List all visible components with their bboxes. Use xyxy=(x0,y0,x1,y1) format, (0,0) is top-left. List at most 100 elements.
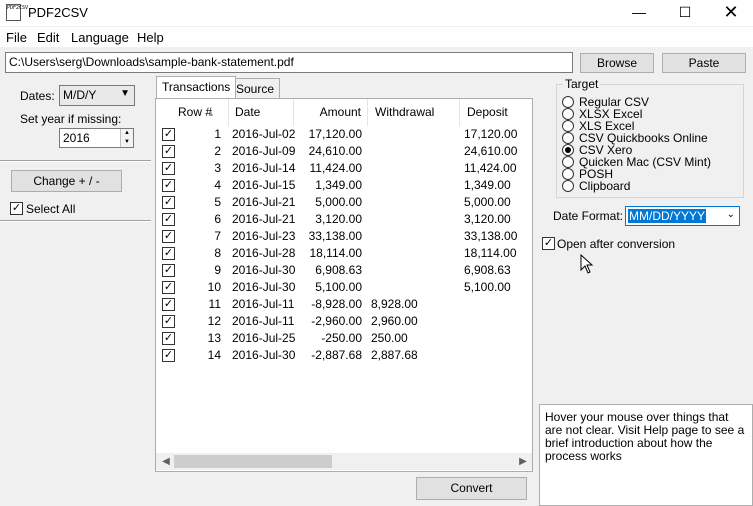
table-row[interactable]: ✓ 11 2016-Jul-11 -8,928.00 8,928.00 xyxy=(156,296,532,313)
target-radio[interactable] xyxy=(562,144,574,156)
menu-help[interactable]: Help xyxy=(137,30,164,45)
row-checkbox[interactable]: ✓ xyxy=(162,298,175,311)
minimize-button[interactable]: — xyxy=(616,0,662,26)
chevron-down-icon: ⌄ xyxy=(726,209,735,220)
cell-row-number: 2 xyxy=(214,144,221,158)
table-row[interactable]: ✓ 5 2016-Jul-21 5,000.00 5,000.00 xyxy=(156,194,532,211)
target-radio[interactable] xyxy=(562,108,574,120)
horizontal-scrollbar[interactable]: ◀ ▶ xyxy=(156,453,532,470)
date-format-label: Date Format: xyxy=(553,209,624,223)
target-radio[interactable] xyxy=(562,168,574,180)
cell-date: 2016-Jul-25 xyxy=(232,331,296,345)
col-header-row[interactable]: Row # xyxy=(156,99,229,126)
table-row[interactable]: ✓ 12 2016-Jul-11 -2,960.00 2,960.00 xyxy=(156,313,532,330)
cell-date: 2016-Jul-30 xyxy=(232,348,296,362)
cell-withdrawal: 2,960.00 xyxy=(371,314,418,328)
title-bar: PDF2CSV PDF2CSV — ☐ ✕ xyxy=(0,0,753,26)
table-row[interactable]: ✓ 14 2016-Jul-30 -2,887.68 2,887.68 xyxy=(156,347,532,364)
cell-deposit xyxy=(464,330,530,347)
cell-deposit xyxy=(464,313,530,330)
cell-date: 2016-Jul-21 xyxy=(232,195,296,209)
cell-row-number: 8 xyxy=(214,246,221,260)
convert-button[interactable]: Convert xyxy=(416,477,527,500)
row-checkbox[interactable]: ✓ xyxy=(162,281,175,294)
help-info-box: Hover your mouse over things that are no… xyxy=(539,404,753,506)
cell-withdrawal xyxy=(371,279,451,296)
row-checkbox[interactable]: ✓ xyxy=(162,315,175,328)
tab-transactions[interactable]: Transactions xyxy=(156,76,237,98)
maximize-button[interactable]: ☐ xyxy=(662,0,708,26)
cell-row-number: 10 xyxy=(207,280,221,294)
table-row[interactable]: ✓ 6 2016-Jul-21 3,120.00 3,120.00 xyxy=(156,211,532,228)
cell-deposit: 3,120.00 xyxy=(464,212,511,226)
close-button[interactable]: ✕ xyxy=(708,0,753,26)
col-header-amount[interactable]: Amount xyxy=(294,99,368,126)
scroll-thumb[interactable] xyxy=(174,455,332,468)
cell-amount: -250.00 xyxy=(321,331,362,345)
cell-withdrawal: 8,928.00 xyxy=(371,297,418,311)
row-checkbox[interactable]: ✓ xyxy=(162,247,175,260)
table-row[interactable]: ✓ 2 2016-Jul-09 24,610.00 24,610.00 xyxy=(156,143,532,160)
menu-language[interactable]: Language xyxy=(71,30,129,45)
table-row[interactable]: ✓ 9 2016-Jul-30 6,908.63 6,908.63 xyxy=(156,262,532,279)
row-checkbox[interactable]: ✓ xyxy=(162,179,175,192)
row-checkbox[interactable]: ✓ xyxy=(162,145,175,158)
transactions-table: Row # ▲ Date Amount Withdrawal Deposit ✓… xyxy=(155,98,533,472)
target-option-label[interactable]: Clipboard xyxy=(579,179,630,193)
table-row[interactable]: ✓ 3 2016-Jul-14 11,424.00 11,424.00 xyxy=(156,160,532,177)
cell-amount: -8,928.00 xyxy=(311,297,362,311)
spinner-arrows-icon[interactable]: ▲ ▼ xyxy=(120,129,133,147)
browse-button[interactable]: Browse xyxy=(580,53,654,73)
change-sign-button[interactable]: Change + / - xyxy=(11,170,122,192)
target-radio[interactable] xyxy=(562,96,574,108)
date-format-value: MM/DD/YYYY xyxy=(628,209,707,223)
table-row[interactable]: ✓ 10 2016-Jul-30 5,100.00 5,100.00 xyxy=(156,279,532,296)
table-row[interactable]: ✓ 8 2016-Jul-28 18,114.00 18,114.00 xyxy=(156,245,532,262)
scroll-left-icon[interactable]: ◀ xyxy=(158,453,174,470)
table-row[interactable]: ✓ 4 2016-Jul-15 1,349.00 1,349.00 xyxy=(156,177,532,194)
cell-withdrawal xyxy=(371,228,451,245)
target-radio[interactable] xyxy=(562,132,574,144)
cell-date: 2016-Jul-21 xyxy=(232,212,296,226)
target-radio[interactable] xyxy=(562,156,574,168)
row-checkbox[interactable]: ✓ xyxy=(162,162,175,175)
col-header-withdrawal[interactable]: Withdrawal xyxy=(368,99,460,126)
row-checkbox[interactable]: ✓ xyxy=(162,332,175,345)
menu-file[interactable]: File xyxy=(6,30,27,45)
row-checkbox[interactable]: ✓ xyxy=(162,213,175,226)
cell-deposit: 33,138.00 xyxy=(464,229,518,243)
table-row[interactable]: ✓ 1 2016-Jul-02 17,120.00 17,120.00 xyxy=(156,126,532,143)
year-spinner[interactable]: 2016 ▲ ▼ xyxy=(59,128,134,148)
col-header-date[interactable]: Date xyxy=(229,99,294,126)
cell-date: 2016-Jul-23 xyxy=(232,229,296,243)
dates-select[interactable]: M/D/Y ▼ xyxy=(59,85,135,106)
table-row[interactable]: ✓ 13 2016-Jul-25 -250.00 250.00 xyxy=(156,330,532,347)
scroll-right-icon[interactable]: ▶ xyxy=(515,453,531,470)
row-checkbox[interactable]: ✓ xyxy=(162,196,175,209)
row-checkbox[interactable]: ✓ xyxy=(162,349,175,362)
cell-date: 2016-Jul-09 xyxy=(232,144,296,158)
table-row[interactable]: ✓ 7 2016-Jul-23 33,138.00 33,138.00 xyxy=(156,228,532,245)
row-checkbox[interactable]: ✓ xyxy=(162,230,175,243)
paste-button[interactable]: Paste xyxy=(662,53,746,73)
cell-withdrawal xyxy=(371,262,451,279)
cell-deposit xyxy=(464,347,530,364)
select-all-checkbox[interactable]: ✓ xyxy=(10,202,23,215)
row-checkbox[interactable]: ✓ xyxy=(162,128,175,141)
cell-deposit: 6,908.63 xyxy=(464,263,511,277)
row-checkbox[interactable]: ✓ xyxy=(162,264,175,277)
year-label: Set year if missing: xyxy=(20,112,122,126)
cell-deposit: 18,114.00 xyxy=(464,246,517,260)
target-radio[interactable] xyxy=(562,120,574,132)
table-header: Row # ▲ Date Amount Withdrawal Deposit xyxy=(156,99,532,126)
tab-source[interactable]: Source xyxy=(230,78,281,98)
cell-withdrawal: 2,887.68 xyxy=(371,348,418,362)
right-panel: Target Regular CSV XLSX Excel XLS Excel CSV… xyxy=(539,77,753,506)
col-header-deposit[interactable]: Deposit xyxy=(460,99,532,126)
file-path-input[interactable]: C:\Users\serg\Downloads\sample-bank-stat… xyxy=(5,52,573,73)
date-format-select[interactable]: MM/DD/YYYY ⌄ xyxy=(625,206,740,226)
cell-row-number: 9 xyxy=(214,263,221,277)
menu-edit[interactable]: Edit xyxy=(37,30,59,45)
open-after-checkbox[interactable]: ✓ xyxy=(542,237,555,250)
target-radio[interactable] xyxy=(562,180,574,192)
